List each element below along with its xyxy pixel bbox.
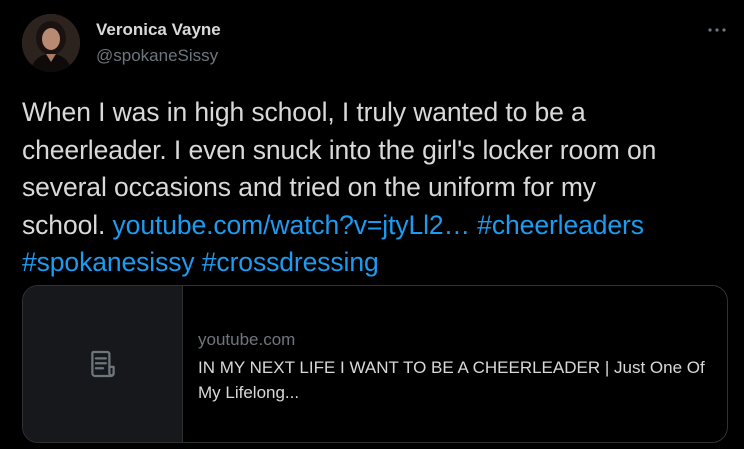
avatar-photo [22, 14, 80, 72]
tweet: Veronica Vayne @spokaneSissy When I was … [0, 0, 744, 449]
card-thumbnail [23, 286, 183, 442]
avatar[interactable] [22, 14, 80, 72]
hashtag-crossdressing[interactable]: #crossdressing [202, 247, 379, 277]
hashtag-spokanesissy[interactable]: #spokanesissy [22, 247, 195, 277]
tweet-text-line-4-text: school. [22, 209, 113, 240]
card-domain: youtube.com [198, 330, 296, 349]
tweet-text: When I was in high school, I truly wante… [22, 94, 734, 282]
tweet-text-line-3: several occasions and tried on the unifo… [22, 172, 596, 202]
author-name[interactable]: Veronica Vayne [96, 20, 221, 40]
link-preview-card[interactable]: youtube.com IN MY NEXT LIFE I WANT TO BE… [22, 285, 728, 443]
tweet-text-line-5: #spokanesissy #crossdressing [22, 244, 734, 282]
tweet-text-line-2: cheerleader. I even snuck into the girl'… [22, 134, 657, 165]
tweet-text-line-1: When I was in high school, I truly wante… [22, 97, 586, 127]
more-options-button[interactable] [706, 20, 728, 40]
author-handle[interactable]: @spokaneSissy [96, 46, 218, 66]
card-title: IN MY NEXT LIFE I WANT TO BE A CHEERLEAD… [198, 358, 705, 402]
document-icon [90, 350, 115, 378]
youtube-link[interactable]: youtube.com/watch?v=jtyLl2… [113, 210, 471, 240]
tweet-text-line-4: school. youtube.com/watch?v=jtyLl2… #che… [22, 207, 734, 245]
more-horizontal-icon [708, 28, 726, 32]
hashtag-cheerleaders[interactable]: #cheerleaders [477, 210, 644, 240]
